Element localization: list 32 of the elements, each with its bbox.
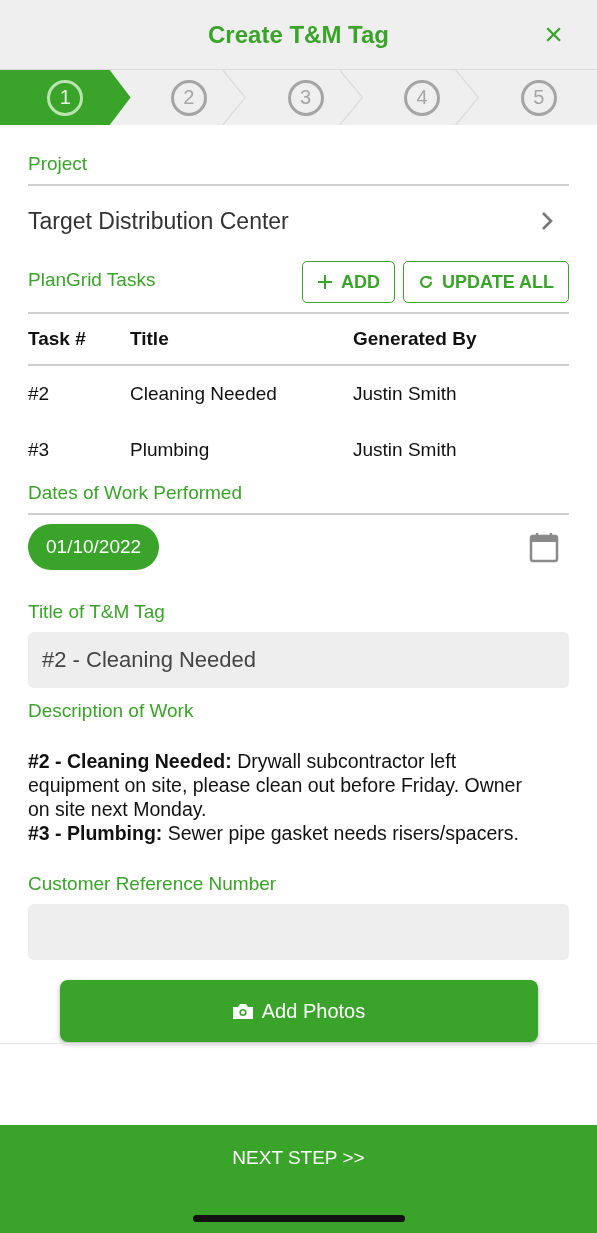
field-label: Description of Work — [28, 699, 195, 723]
description-text: #3 - Plumbing: Sewer pipe gasket needs risers/spacers. — [28, 821, 520, 845]
field-label: Project — [28, 152, 89, 176]
date-chip[interactable]: 01/10/2022 — [28, 524, 160, 570]
calendar-icon[interactable] — [529, 531, 559, 563]
column-header: Generated By — [353, 328, 478, 350]
title-field[interactable]: #2 - Cleaning Needed — [28, 632, 569, 688]
project-selector[interactable]: Target Distribution Center — [28, 186, 569, 256]
column-header: Title — [130, 328, 170, 350]
task-row[interactable]: #2 Cleaning Needed Justin Smith — [28, 366, 569, 422]
column-header: Task # — [28, 328, 87, 350]
chevron-right-icon — [541, 211, 553, 231]
next-step-button[interactable]: NEXT STEP >> — [224, 1143, 373, 1173]
update-all-button[interactable]: UPDATE ALL — [403, 261, 569, 303]
step-tab[interactable]: 5 — [480, 70, 597, 125]
field-label: Customer Reference Number — [28, 872, 278, 896]
close-button[interactable]: × — [540, 20, 567, 48]
step-tab[interactable]: 3 — [247, 70, 364, 125]
description-text: #2 - Cleaning Needed: Drywall subcontractor left equipment on site, please clean out before Friday. Owner on site next Monday. — [28, 749, 523, 821]
camera-icon — [231, 1002, 254, 1020]
task-row[interactable]: #3 Plumbing Justin Smith — [28, 422, 569, 478]
step-tab[interactable]: 4 — [363, 70, 481, 125]
add-button[interactable]: ADD — [302, 261, 395, 303]
step-tab[interactable]: 2 — [130, 70, 248, 125]
refresh-icon — [418, 274, 434, 290]
field-label: Dates of Work Performed — [28, 481, 243, 505]
plus-icon — [317, 274, 333, 290]
field-label: Title of T&M Tag — [28, 600, 166, 624]
section-label: PlanGrid Tasks — [28, 269, 156, 292]
step-tab[interactable]: 1 — [0, 70, 131, 125]
add-photos-button[interactable]: Add Photos — [59, 980, 538, 1042]
screen-title: Create T&M Tag — [208, 20, 389, 49]
